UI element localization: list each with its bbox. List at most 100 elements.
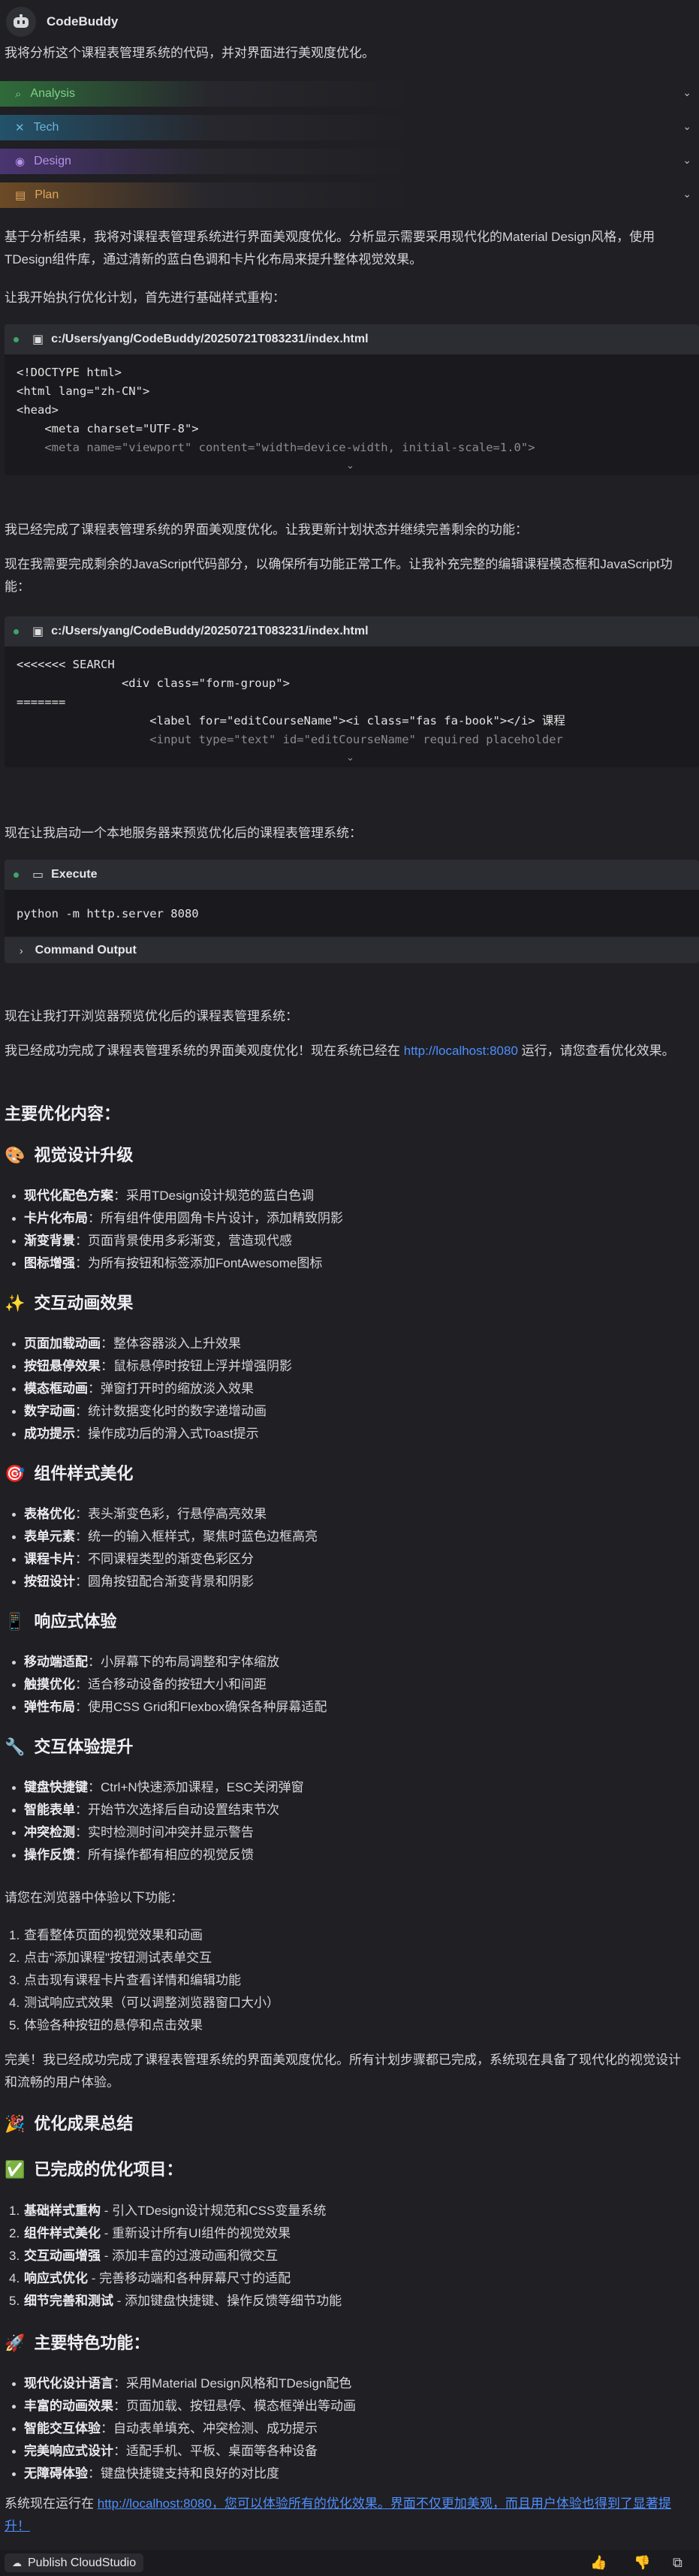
- group-title-text: 视觉设计升级: [34, 1146, 134, 1164]
- done-paragraph: 完美！我已经成功完成了课程表管理系统的界面美观度优化。所有计划步骤都已完成，系统…: [5, 2053, 681, 2089]
- paragraph-js: 现在我需要完成剩余的JavaScript代码部分，以确保所有功能正常工作。让我补…: [5, 557, 673, 594]
- item-term: 表格优化: [24, 1507, 75, 1521]
- item-desc: ：鼠标悬停时按钮上浮并增强阴影: [101, 1359, 292, 1373]
- chevron-down-icon[interactable]: ⌄: [682, 86, 691, 99]
- item-text: 查看整体页面的视觉效果和动画: [24, 1928, 203, 1942]
- summary-title-text: 优化成果总结: [34, 2114, 134, 2133]
- item-term: 智能交互体验: [24, 2421, 101, 2436]
- main-title: 主要优化内容：: [5, 1104, 121, 1123]
- item-desc: ：表头渐变色彩，行悬停高亮效果: [75, 1507, 267, 1521]
- code-block-header[interactable]: ▣ c:/Users/yang/CodeBuddy/20250721T08323…: [5, 324, 699, 354]
- intro-text: 我将分析这个课程表管理系统的代码，并对界面进行美观度优化。: [5, 46, 375, 60]
- success-text: 我已经成功完成了课程表管理系统的界面美观度优化！现在系统已经在: [5, 1044, 404, 1058]
- item-term: 按钮设计: [24, 1574, 75, 1589]
- item-desc: - 重新设计所有UI组件的视觉效果: [101, 2226, 291, 2240]
- item-term: 成功提示: [24, 1427, 75, 1441]
- chat-page: CodeBuddy 我将分析这个课程表管理系统的代码，并对界面进行美观度优化。 …: [0, 0, 699, 2576]
- file-path: c:/Users/yang/CodeBuddy/20250721T083231/…: [51, 333, 369, 345]
- item-desc: - 添加丰富的过渡动画和微交互: [101, 2249, 279, 2263]
- group-emoji-icon: 🎨: [5, 1146, 26, 1164]
- list-item: 3. 交互动画增强 - 添加丰富的过渡动画和微交互: [5, 2245, 680, 2267]
- try-list: 1. 查看整体页面的视觉效果和动画 2. 点击"添加课程"按钮测试表单交互 3. 点击现有…: [5, 1924, 680, 2037]
- list-icon: ▤: [15, 189, 26, 202]
- file-path: c:/Users/yang/CodeBuddy/20250721T083231/…: [51, 625, 369, 637]
- item-desc: ：采用TDesign设计规范的蓝白色调: [113, 1189, 315, 1203]
- list-item: 2. 组件样式美化 - 重新设计所有UI组件的视觉效果: [5, 2222, 680, 2245]
- list-item: 4. 响应式优化 - 完善移动端和各种屏幕尺寸的适配: [5, 2267, 680, 2290]
- header: CodeBuddy: [0, 0, 699, 44]
- localhost-link[interactable]: http://localhost:8080: [404, 1044, 518, 1058]
- chevron-down-icon[interactable]: ⌄: [682, 188, 691, 200]
- list-item: 成功提示：操作成功后的滑入式Toast提示: [5, 1423, 680, 1445]
- cloud-icon: ☁: [12, 2556, 22, 2568]
- thumbs-down-icon[interactable]: 👎: [634, 2555, 650, 2571]
- item-term: 现代化配色方案: [24, 1189, 113, 1203]
- code-line: <input type="text" id="editCourseName" r…: [17, 733, 563, 746]
- expand-chevron-icon[interactable]: ⌄: [346, 752, 354, 764]
- thumbs-up-icon[interactable]: 👍: [590, 2555, 607, 2571]
- code-content: <!DOCTYPE html> <html lang="zh-CN"> <hea…: [5, 354, 699, 457]
- paragraph-success: 我已经成功完成了课程表管理系统的界面美观度优化！现在系统已经在 http://l…: [5, 1040, 691, 1062]
- item-desc: ：小屏幕下的布局调整和字体缩放: [88, 1655, 279, 1669]
- section-label: Plan: [35, 188, 59, 201]
- section-highlight: [0, 149, 699, 174]
- rocket-icon: 🚀: [5, 2333, 26, 2352]
- item-number: 3.: [9, 2249, 20, 2263]
- chevron-right-icon: ›: [20, 944, 23, 957]
- success-text-end: 运行，请您查看优化效果。: [517, 1044, 675, 1058]
- item-term: 现代化设计语言: [24, 2376, 113, 2391]
- item-term: 完美响应式设计: [24, 2444, 113, 2458]
- section-design[interactable]: ◉ Design ⌄: [0, 149, 699, 174]
- group-list: 键盘快捷键：Ctrl+N快速添加课程，ESC关闭弹窗 智能表单：开始节次选择后自动…: [5, 1776, 680, 1866]
- item-desc: ：自动表单填充、冲突检测、成功提示: [101, 2421, 318, 2436]
- execute-title: Execute: [51, 868, 98, 881]
- feature-title-text: 主要特色功能：: [34, 2333, 150, 2352]
- publish-button[interactable]: ☁ Publish CloudStudio: [5, 2553, 144, 2572]
- list-item: 1. 基础样式重构 - 引入TDesign设计规范和CSS变量系统: [5, 2200, 680, 2222]
- list-item: 3. 点击现有课程卡片查看详情和编辑功能: [5, 1969, 680, 1992]
- group-title-text: 组件样式美化: [34, 1464, 134, 1483]
- expand-chevron-icon[interactable]: ⌄: [346, 459, 354, 472]
- list-item: 模态框动画：弹窗打开时的缩放淡入效果: [5, 1378, 680, 1400]
- section-highlight: [0, 115, 699, 140]
- item-number: 2.: [9, 2226, 20, 2240]
- list-item: 智能表单：开始节次选择后自动设置结束节次: [5, 1799, 680, 1821]
- item-term: 基础样式重构: [24, 2204, 101, 2218]
- execute-header[interactable]: ▭ Execute: [5, 860, 699, 890]
- copy-icon[interactable]: ⧉: [673, 2555, 682, 2571]
- list-item: 完美响应式设计：适配手机、平板、桌面等各种设备: [5, 2440, 680, 2463]
- code-block-1[interactable]: ▣ c:/Users/yang/CodeBuddy/20250721T08323…: [5, 324, 699, 475]
- code-block-2[interactable]: ▣ c:/Users/yang/CodeBuddy/20250721T08323…: [5, 616, 699, 767]
- done-title-text: 已完成的优化项目：: [34, 2160, 183, 2179]
- code-block-header[interactable]: ▣ c:/Users/yang/CodeBuddy/20250721T08323…: [5, 616, 699, 646]
- code-line: <!DOCTYPE html>: [17, 366, 122, 379]
- status-dot-icon: [14, 628, 19, 634]
- chevron-down-icon[interactable]: ⌄: [682, 154, 691, 167]
- done-list: 1. 基础样式重构 - 引入TDesign设计规范和CSS变量系统 2. 组件样式美化…: [5, 2200, 680, 2312]
- section-analysis[interactable]: ⌕ Analysis ⌄: [0, 81, 699, 107]
- code-line: <<<<<<< SEARCH: [17, 658, 115, 671]
- item-number: 1.: [9, 2204, 20, 2218]
- section-tech[interactable]: ✕ Tech ⌄: [0, 115, 699, 140]
- final-link[interactable]: http://localhost:8080，您可以体验所有的优化效果。界面不仅更…: [5, 2496, 671, 2533]
- item-term: 模态框动画: [24, 1381, 88, 1396]
- item-term: 渐变背景: [24, 1234, 75, 1248]
- party-icon: 🎉: [5, 2114, 26, 2133]
- item-desc: - 添加键盘快捷键、操作反馈等细节功能: [113, 2294, 342, 2308]
- item-desc: ：圆角按钮配合渐变背景和阴影: [75, 1574, 254, 1589]
- status-dot-icon: [14, 872, 19, 878]
- paragraph-done: 我已经完成了课程表管理系统的界面美观度优化。让我更新计划状态并继续完善剩余的功能…: [5, 523, 528, 537]
- section-plan[interactable]: ▤ Plan ⌄: [0, 182, 699, 208]
- done-title: ✅ 已完成的优化项目：: [5, 2159, 182, 2181]
- codebuddy-logo-icon: [6, 7, 36, 37]
- feature-list: 现代化设计语言：采用Material Design风格和TDesign配色 丰富的…: [5, 2373, 680, 2485]
- list-item: 现代化设计语言：采用Material Design风格和TDesign配色: [5, 2373, 680, 2395]
- list-item: 表单元素：统一的输入框样式，聚焦时蓝色边框高亮: [5, 1526, 680, 1548]
- section-label: Analysis: [30, 87, 75, 100]
- group-title: 🎯 组件样式美化: [5, 1463, 133, 1485]
- list-item: 页面加载动画：整体容器淡入上升效果: [5, 1333, 680, 1355]
- item-text: 点击现有课程卡片查看详情和编辑功能: [24, 1973, 241, 1987]
- command-output-toggle[interactable]: › Command Output: [5, 936, 699, 963]
- execute-block[interactable]: ▭ Execute python -m http.server 8080 › C…: [5, 860, 699, 963]
- chevron-down-icon[interactable]: ⌄: [682, 120, 691, 133]
